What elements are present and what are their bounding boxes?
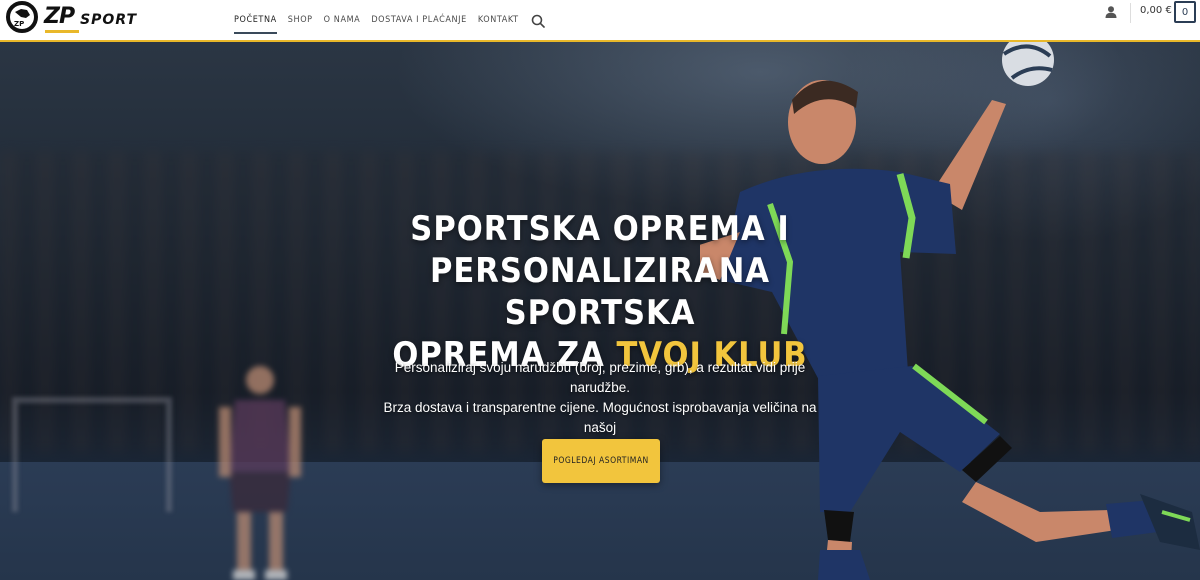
nav-item-pocetna[interactable]: Početna [234,8,277,34]
cart-total[interactable]: 0,00 € [1140,5,1172,16]
background-player-image [219,366,301,580]
logo-badge-icon: ZP [6,1,38,33]
hero-subtitle-line-2: Brza dostava i transparentne cijene. Mog… [383,400,817,435]
nav-item-kontakt[interactable]: Kontakt [478,8,519,32]
nav-item-o-nama[interactable]: O nama [324,8,361,32]
search-icon[interactable] [531,14,545,28]
hero-title-line-1: SPORTSKA OPREMA I [410,209,790,249]
logo-wordmark-zp: ZP [44,4,80,33]
hero-title-line-2: PERSONALIZIRANA SPORTSKA [429,251,771,333]
hero-banner: SPORTSKA OPREMA I PERSONALIZIRANA SPORTS… [0,42,1200,580]
header-divider [1130,3,1131,23]
nav-item-dostava[interactable]: Dostava i plaćanje [371,8,467,32]
handball-goal-image [12,397,172,512]
hero-subtitle-line-1: Personaliziraj svoju narudžbu (broj, pre… [394,360,806,395]
user-icon[interactable] [1104,5,1118,19]
site-header: ZP ZP SPORT Početna Shop O nama Dostava … [0,0,1200,42]
site-logo[interactable]: ZP ZP SPORT [6,1,137,33]
shop-cta-button[interactable]: Pogledaj asortiman [542,439,660,483]
cart-count-badge[interactable]: 0 [1174,1,1196,23]
main-navigation: Početna Shop O nama Dostava i plaćanje K… [234,0,545,40]
hero-title: SPORTSKA OPREMA I PERSONALIZIRANA SPORTS… [340,208,860,376]
svg-text:ZP: ZP [14,20,24,28]
nav-item-shop[interactable]: Shop [288,8,313,32]
logo-wordmark-sport: SPORT [80,12,138,28]
